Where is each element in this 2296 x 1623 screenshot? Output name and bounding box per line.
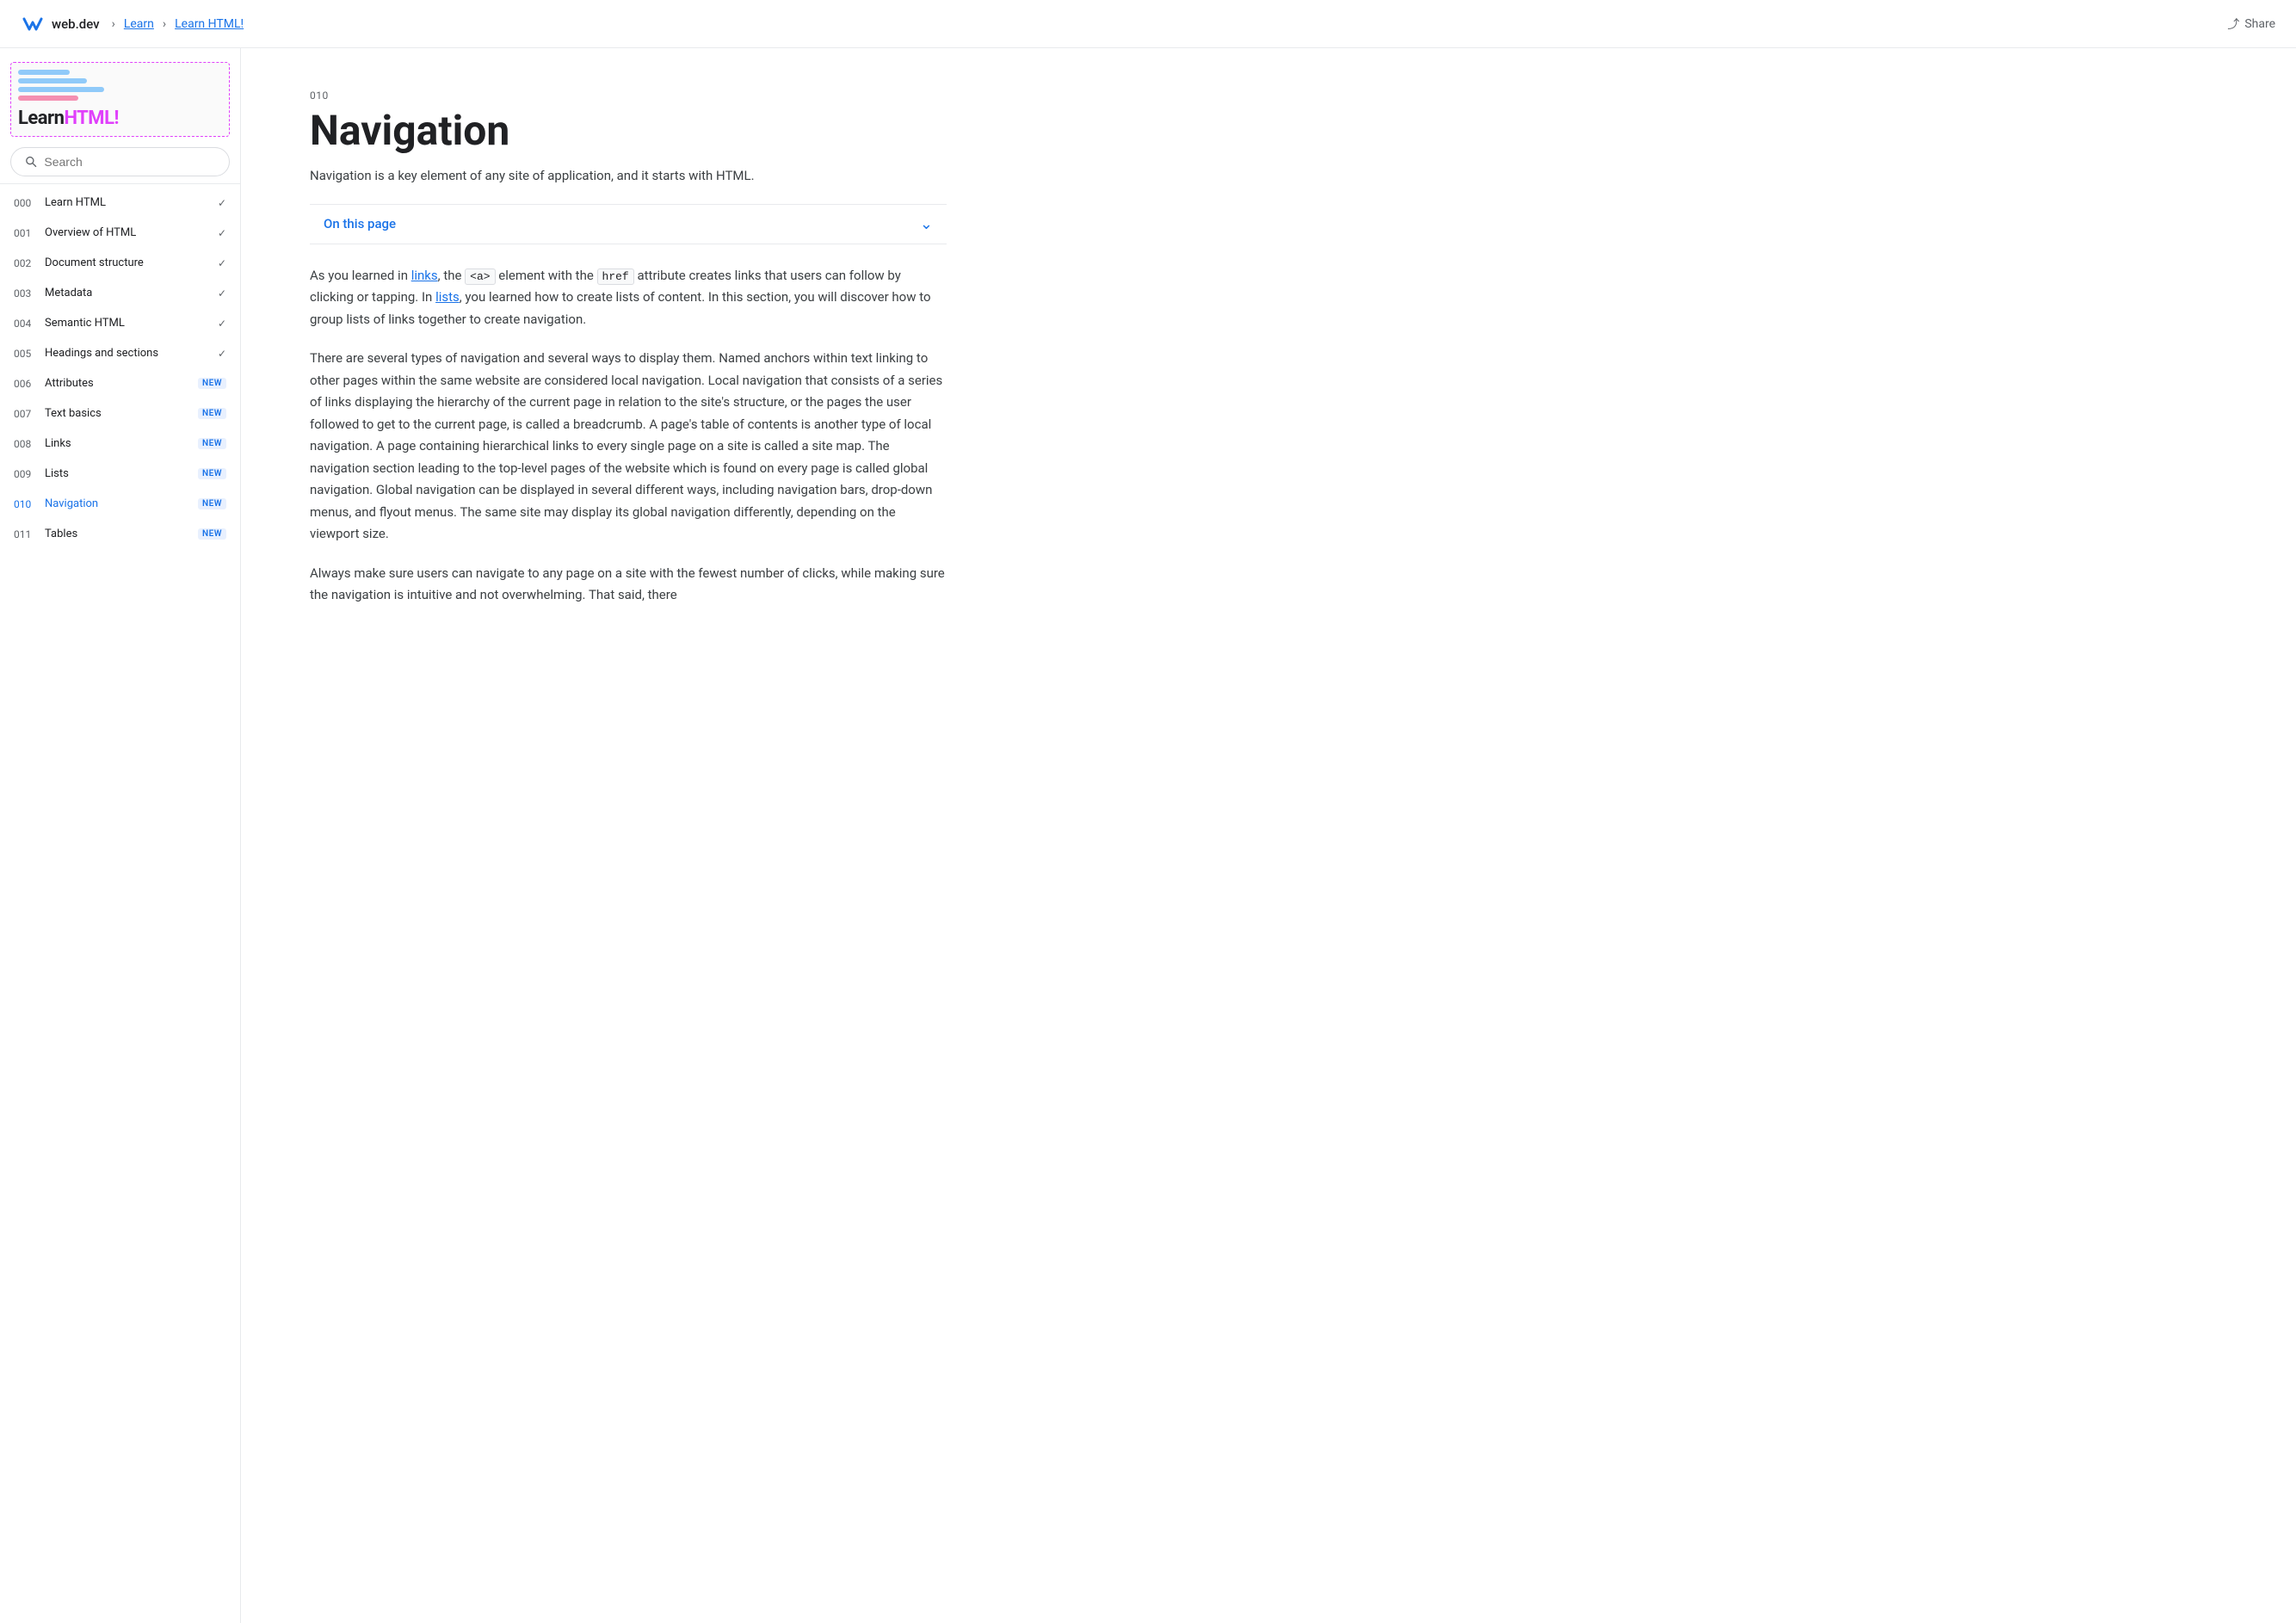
item-badge-007: NEW [198, 408, 226, 419]
share-icon: ⤴ [2227, 15, 2239, 33]
share-label: Share [2244, 17, 2275, 31]
lists-link[interactable]: lists [435, 289, 460, 305]
chevron-down-icon: ⌄ [920, 215, 933, 233]
item-label-007: Text basics [45, 407, 191, 420]
a-element-code: <a> [465, 268, 495, 285]
sidebar-header: LearnHTML! [0, 48, 240, 184]
sidebar: LearnHTML! 000 Learn HTML ✓ 001 Overview of … [0, 48, 241, 1623]
search-icon [25, 155, 37, 169]
breadcrumb-sep-1: › [112, 17, 115, 31]
item-number-009: 009 [14, 468, 38, 480]
item-number-004: 004 [14, 318, 38, 330]
body-paragraph-1: As you learned in links, the <a> element… [310, 265, 947, 331]
content-body: As you learned in links, the <a> element… [310, 265, 947, 607]
logo-line-4 [18, 96, 78, 101]
item-number-011: 011 [14, 528, 38, 540]
item-check-004: ✓ [218, 318, 226, 330]
links-link[interactable]: links [411, 268, 438, 283]
webdev-logo-icon [21, 12, 45, 36]
item-badge-010: NEW [198, 498, 226, 509]
sidebar-item-006[interactable]: 006 Attributes NEW [0, 368, 240, 398]
search-input[interactable] [44, 155, 215, 169]
content-title: Navigation [310, 108, 947, 154]
item-number-005: 005 [14, 348, 38, 360]
main-layout: LearnHTML! 000 Learn HTML ✓ 001 Overview of … [0, 48, 2296, 1623]
breadcrumb-sep-2: › [163, 17, 166, 31]
content-area: 010 Navigation Navigation is a key eleme… [241, 48, 1015, 1623]
on-this-page-toggle[interactable]: On this page ⌄ [310, 204, 947, 244]
sidebar-title-html: HTML! [64, 108, 118, 129]
sidebar-item-008[interactable]: 008 Links NEW [0, 429, 240, 459]
sidebar-item-002[interactable]: 002 Document structure ✓ [0, 248, 240, 278]
item-label-011: Tables [45, 528, 191, 540]
item-number-002: 002 [14, 257, 38, 269]
sidebar-item-001[interactable]: 001 Overview of HTML ✓ [0, 218, 240, 248]
sidebar-item-009[interactable]: 009 Lists NEW [0, 459, 240, 489]
item-check-003: ✓ [218, 287, 226, 299]
body-paragraph-2: There are several types of navigation an… [310, 348, 947, 546]
body-p1-mid2: element with the [496, 268, 597, 283]
item-label-006: Attributes [45, 377, 191, 390]
item-label-005: Headings and sections [45, 347, 211, 360]
item-badge-008: NEW [198, 438, 226, 449]
item-check-005: ✓ [218, 348, 226, 360]
item-check-001: ✓ [218, 227, 226, 239]
item-label-000: Learn HTML [45, 196, 211, 209]
sidebar-item-000[interactable]: 000 Learn HTML ✓ [0, 188, 240, 218]
sidebar-title-learn: Learn [18, 108, 64, 129]
sidebar-item-011[interactable]: 011 Tables NEW [0, 519, 240, 549]
item-number-003: 003 [14, 287, 38, 299]
item-number-001: 001 [14, 227, 38, 239]
search-box[interactable] [10, 147, 230, 176]
item-badge-011: NEW [198, 528, 226, 540]
sidebar-item-007[interactable]: 007 Text basics NEW [0, 398, 240, 429]
item-badge-006: NEW [198, 378, 226, 389]
sidebar-item-003[interactable]: 003 Metadata ✓ [0, 278, 240, 308]
share-button[interactable]: ⤴ Share [2227, 15, 2275, 33]
body-paragraph-3: Always make sure users can navigate to a… [310, 563, 947, 607]
site-name[interactable]: web.dev [52, 16, 100, 32]
logo-line-2 [18, 78, 87, 83]
body-p1-pre: As you learned in [310, 268, 411, 283]
logo-lines [18, 70, 104, 101]
content-subtitle: Navigation is a key element of any site … [310, 168, 947, 183]
breadcrumb-learn-html[interactable]: Learn HTML! [175, 17, 244, 31]
item-number-006: 006 [14, 378, 38, 390]
item-number-000: 000 [14, 197, 38, 209]
item-check-000: ✓ [218, 197, 226, 209]
href-attr-code: href [597, 268, 634, 285]
top-navigation: web.dev › Learn › Learn HTML! ⤴ Share [0, 0, 2296, 48]
item-number-010: 010 [14, 498, 38, 510]
body-p1-mid1: , the [438, 268, 466, 283]
sidebar-item-010[interactable]: 010 Navigation NEW [0, 489, 240, 519]
sidebar-nav: 000 Learn HTML ✓ 001 Overview of HTML ✓ 002 Doc… [0, 184, 240, 1623]
item-label-009: Lists [45, 467, 191, 480]
sidebar-item-005[interactable]: 005 Headings and sections ✓ [0, 338, 240, 368]
logo-line-3 [18, 87, 104, 92]
item-check-002: ✓ [218, 257, 226, 269]
logo-line-1 [18, 70, 70, 75]
item-label-003: Metadata [45, 287, 211, 299]
breadcrumb-learn[interactable]: Learn [124, 17, 154, 31]
sidebar-title: LearnHTML! [18, 108, 119, 129]
item-label-008: Links [45, 437, 191, 450]
sidebar-item-004[interactable]: 004 Semantic HTML ✓ [0, 308, 240, 338]
item-label-010: Navigation [45, 497, 191, 510]
logo-area[interactable]: web.dev [21, 12, 100, 36]
item-label-002: Document structure [45, 256, 211, 269]
on-this-page-label: On this page [324, 216, 396, 231]
content-number: 010 [310, 89, 947, 102]
item-label-001: Overview of HTML [45, 226, 211, 239]
item-badge-009: NEW [198, 468, 226, 479]
item-number-007: 007 [14, 408, 38, 420]
item-number-008: 008 [14, 438, 38, 450]
item-label-004: Semantic HTML [45, 317, 211, 330]
sidebar-logo-illustration: LearnHTML! [10, 62, 230, 137]
